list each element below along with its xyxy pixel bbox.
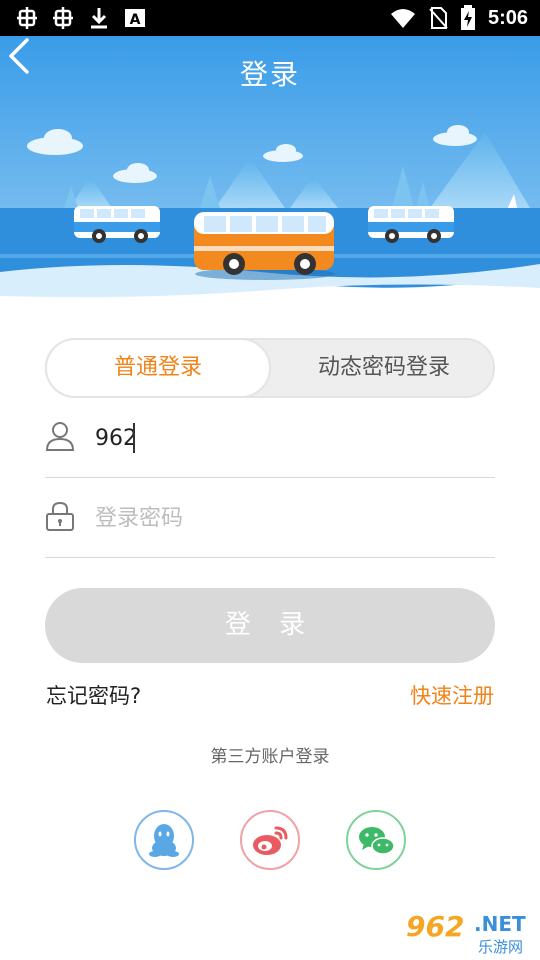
svg-text:A: A [130,12,141,28]
text-caret [133,423,135,453]
watermark-logo: 962 .NET 乐游网 [402,910,538,958]
hero-banner: 登录 [0,36,540,336]
clock: 5:06 [487,6,528,29]
quick-register-link[interactable]: 快速注册 [410,680,494,710]
page-title: 登录 [239,58,300,91]
wechat-icon [359,827,395,855]
weibo-icon [253,826,288,855]
qq-icon [149,824,179,857]
no-sim-icon [429,7,448,29]
qq-login-button[interactable] [134,810,194,870]
watermark-site: 乐游网 [478,938,524,956]
status-bar: A 5:06 [0,0,540,36]
bug-icon [53,7,73,29]
login-mode-tabs: 普通登录 动态密码登录 [45,338,495,398]
battery-charging-icon [460,5,475,30]
username-field [45,398,495,478]
wifi-icon [390,9,415,28]
username-input[interactable] [95,418,485,458]
tab-dynamic-password-login[interactable]: 动态密码登录 [271,338,497,398]
lock-icon [46,501,74,531]
password-input[interactable] [95,498,485,538]
tab-normal-login[interactable]: 普通登录 [45,338,271,398]
third-party-login-label: 第三方账户登录 [210,747,330,767]
login-button[interactable]: 登 录 [45,588,495,663]
weibo-login-button[interactable] [240,810,300,870]
bug-icon [17,7,37,29]
watermark-number: 962 [406,910,465,943]
wechat-login-button[interactable] [346,810,406,870]
forgot-password-link[interactable]: 忘记密码? [46,680,141,710]
watermark-net: .NET [474,912,526,936]
user-icon [45,422,75,451]
download-icon [91,8,107,29]
password-field [45,478,495,558]
font-a-icon: A [125,9,145,28]
